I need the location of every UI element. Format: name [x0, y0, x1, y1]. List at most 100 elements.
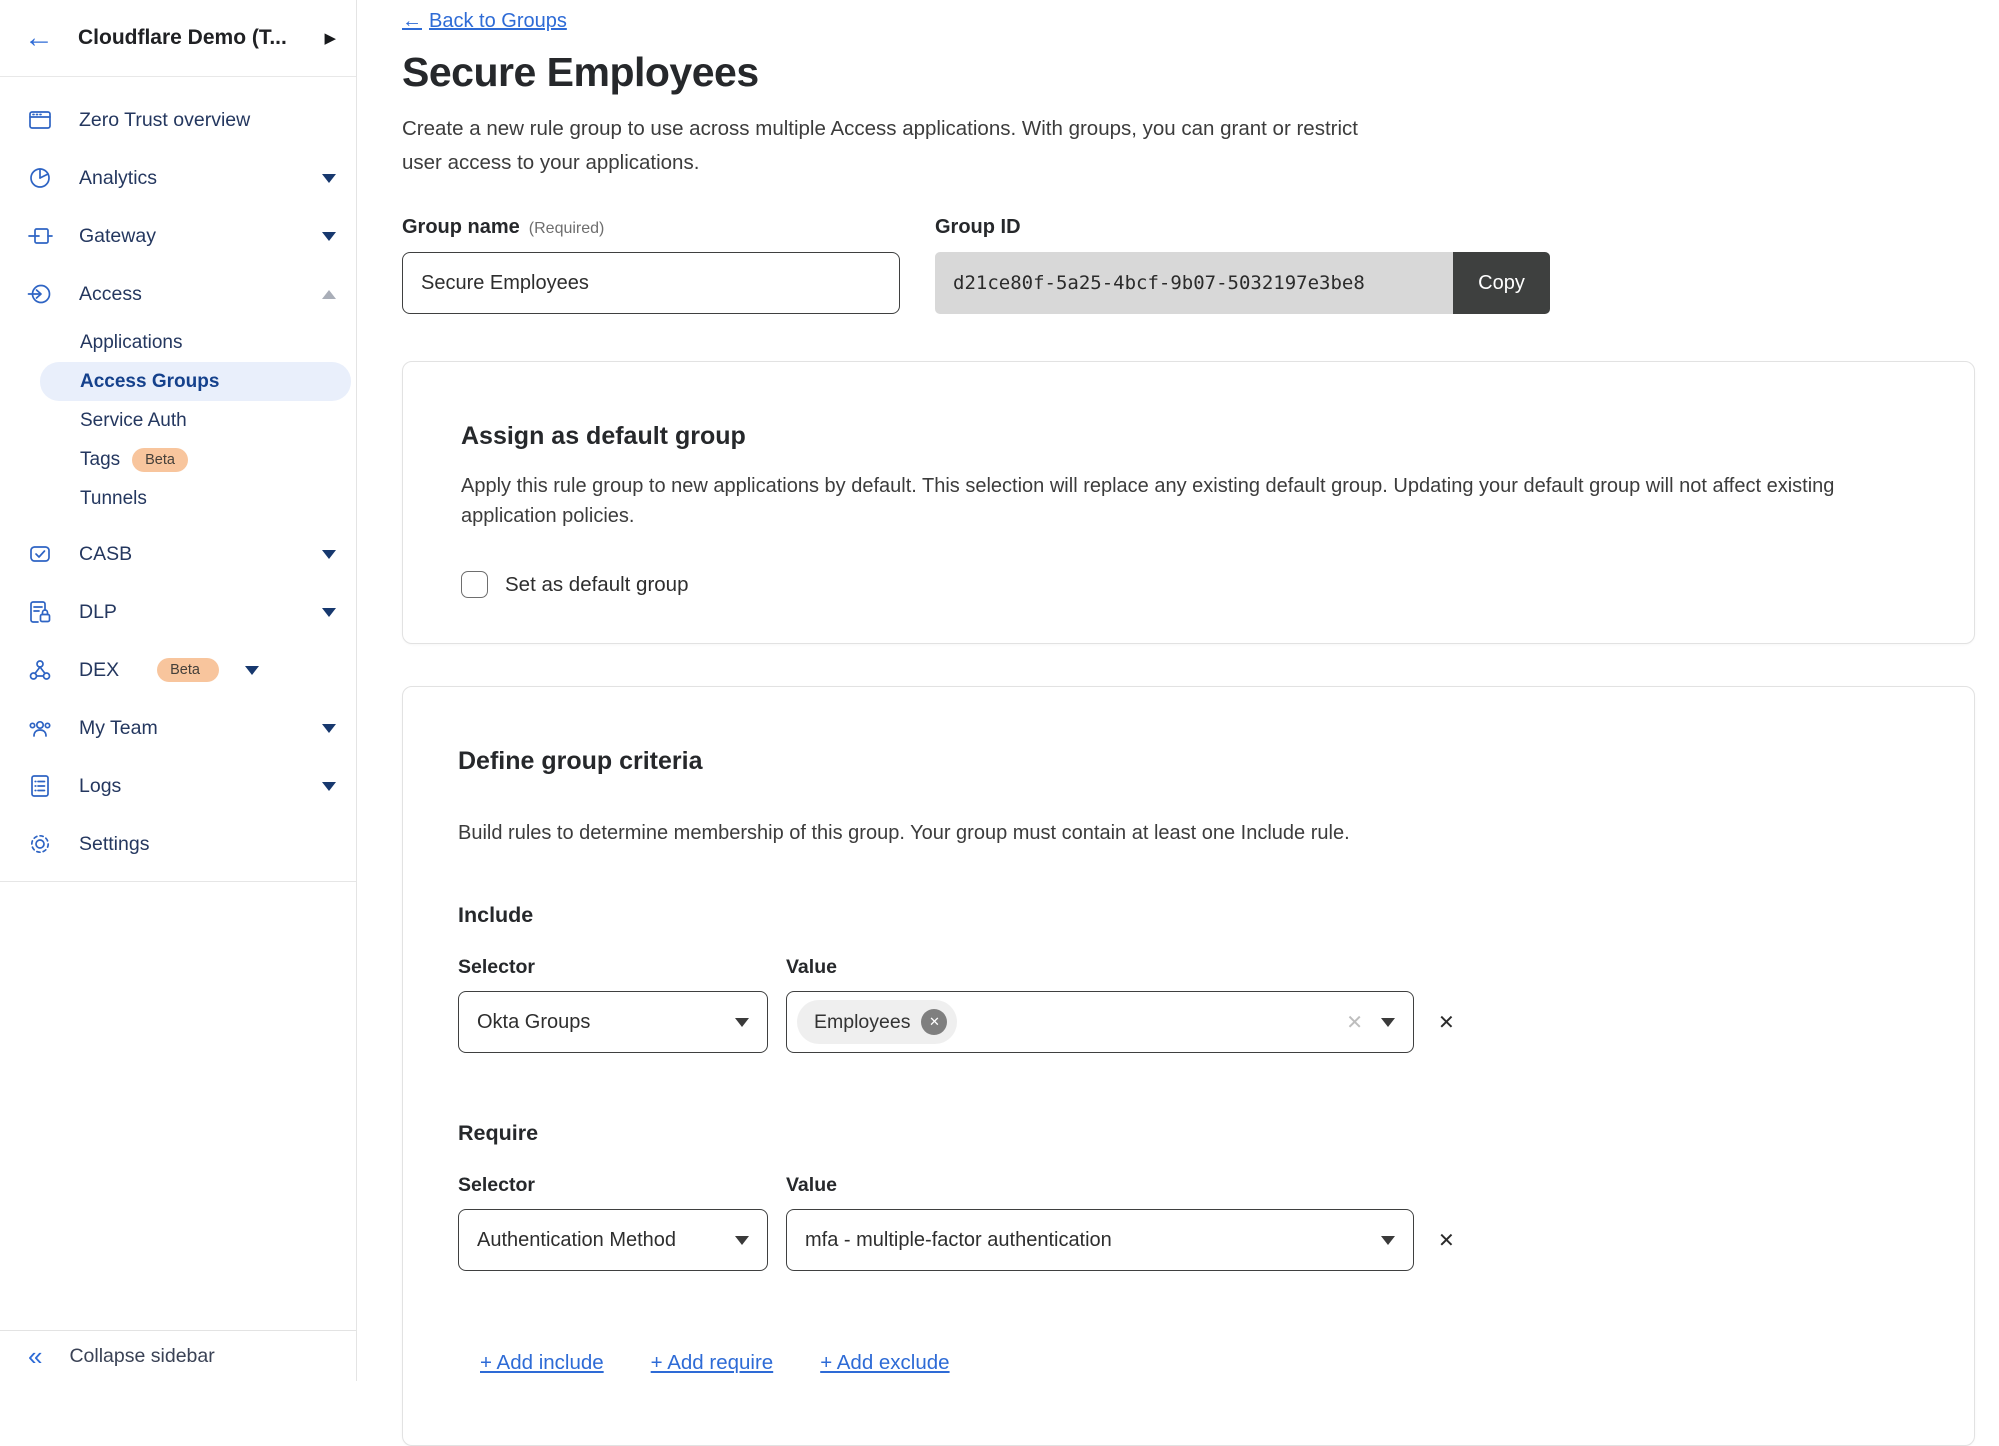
- sidebar-item-label: Logs: [79, 775, 296, 798]
- sidebar-item-my-team[interactable]: My Team: [0, 699, 356, 757]
- chevron-down-icon: [735, 1018, 749, 1027]
- sidebar-item-label: Applications: [80, 332, 351, 354]
- chevron-down-icon: [322, 608, 336, 617]
- add-require-link[interactable]: + Add require: [651, 1351, 774, 1375]
- sidebar-item-gateway[interactable]: Gateway: [0, 207, 356, 265]
- remove-require-rule-icon[interactable]: ✕: [1438, 1228, 1455, 1253]
- sidebar-item-analytics[interactable]: Analytics: [0, 149, 356, 207]
- clear-icon[interactable]: ✕: [1346, 1010, 1363, 1035]
- sidebar-item-service-auth[interactable]: Service Auth: [40, 401, 351, 440]
- add-include-link[interactable]: + Add include: [480, 1351, 604, 1375]
- include-selector-dropdown[interactable]: Okta Groups: [458, 991, 768, 1053]
- logs-icon: [27, 773, 53, 799]
- value-chip-label: Employees: [814, 1011, 910, 1034]
- require-heading: Require: [458, 1121, 1919, 1146]
- group-id-value-wrap: d21ce80f-5a25-4bcf-9b07-5032197e3be8 Cop…: [935, 252, 1550, 314]
- sidebar-item-dex[interactable]: DEX Beta: [0, 641, 356, 699]
- require-value: mfa - multiple-factor authentication: [805, 1229, 1112, 1252]
- expand-account-icon[interactable]: ▶: [324, 29, 336, 47]
- sidebar-item-label: DEX: [79, 659, 119, 682]
- add-rule-links: + Add include + Add require + Add exclud…: [458, 1351, 1919, 1375]
- sidebar-item-casb[interactable]: CASB: [0, 525, 356, 583]
- group-id-value: d21ce80f-5a25-4bcf-9b07-5032197e3be8: [935, 252, 1453, 314]
- account-name[interactable]: Cloudflare Demo (T...: [78, 26, 300, 50]
- criteria-card-title: Define group criteria: [458, 747, 1919, 776]
- sidebar-item-label: CASB: [79, 543, 296, 566]
- sidebar-item-label: DLP: [79, 601, 296, 624]
- combo-controls: ✕: [1346, 1010, 1395, 1035]
- default-group-card: Assign as default group Apply this rule …: [402, 361, 1975, 644]
- sidebar-item-label: Zero Trust overview: [79, 109, 336, 132]
- sidebar-item-label: Tags: [80, 449, 120, 471]
- sidebar-item-tags[interactable]: Tags Beta: [40, 440, 351, 479]
- default-group-card-title: Assign as default group: [461, 422, 1916, 451]
- set-default-group-checkbox-row[interactable]: Set as default group: [461, 571, 1916, 598]
- sidebar-item-label: Service Auth: [80, 410, 351, 432]
- collapse-sidebar-label: Collapse sidebar: [69, 1345, 214, 1368]
- require-selector-dropdown[interactable]: Authentication Method: [458, 1209, 768, 1271]
- include-labels: Selector Value: [458, 956, 1919, 979]
- chevron-down-icon: [245, 666, 259, 675]
- sidebar-item-access[interactable]: Access: [0, 265, 356, 323]
- chevron-down-icon: [322, 724, 336, 733]
- sidebar-item-label: Access Groups: [80, 371, 351, 393]
- include-rule-row: Okta Groups Employees ✕ ✕ ✕: [458, 991, 1919, 1053]
- remove-include-rule-icon[interactable]: ✕: [1438, 1010, 1455, 1035]
- chevron-down-icon: [1381, 1018, 1395, 1027]
- pie-chart-icon: [27, 165, 53, 191]
- people-icon: [27, 715, 53, 741]
- group-id-field: Group ID d21ce80f-5a25-4bcf-9b07-5032197…: [935, 216, 1550, 314]
- group-name-field: Group name (Required): [402, 216, 900, 314]
- selector-label: Selector: [458, 956, 768, 979]
- require-rule-row: Authentication Method mfa - multiple-fac…: [458, 1209, 1919, 1271]
- access-icon: [27, 281, 53, 307]
- default-group-card-description: Apply this rule group to new application…: [461, 471, 1916, 531]
- group-name-input[interactable]: [402, 252, 900, 314]
- chevron-down-icon: [322, 782, 336, 791]
- sidebar-item-label: Analytics: [79, 167, 296, 190]
- sidebar-item-label: Gateway: [79, 225, 296, 248]
- require-labels: Selector Value: [458, 1174, 1919, 1197]
- set-default-group-checkbox[interactable]: [461, 571, 488, 598]
- chevron-down-icon: [322, 174, 336, 183]
- back-arrow-icon[interactable]: ←: [24, 23, 54, 53]
- sidebar-item-label: My Team: [79, 717, 296, 740]
- selector-label: Selector: [458, 1174, 768, 1197]
- page-title: Secure Employees: [402, 49, 1999, 96]
- gateway-icon: [27, 223, 53, 249]
- sidebar-header: ← Cloudflare Demo (T... ▶: [0, 0, 356, 77]
- add-exclude-link[interactable]: + Add exclude: [820, 1351, 949, 1375]
- back-to-groups-link[interactable]: ← Back to Groups: [402, 10, 567, 33]
- include-value-combobox[interactable]: Employees ✕ ✕: [786, 991, 1414, 1053]
- chip-remove-icon[interactable]: ✕: [921, 1009, 947, 1035]
- collapse-sidebar-button[interactable]: « Collapse sidebar: [0, 1330, 356, 1381]
- sidebar-item-tunnels[interactable]: Tunnels: [40, 479, 351, 518]
- sidebar-item-settings[interactable]: Settings: [0, 815, 356, 873]
- chevron-down-icon: [322, 550, 336, 559]
- value-chip: Employees ✕: [797, 1000, 957, 1044]
- sidebar: ← Cloudflare Demo (T... ▶ Zero Trust ove…: [0, 0, 357, 1381]
- sidebar-item-zero-trust-overview[interactable]: Zero Trust overview: [0, 91, 356, 149]
- page-description: Create a new rule group to use across mu…: [402, 112, 1377, 180]
- sidebar-item-dlp[interactable]: DLP: [0, 583, 356, 641]
- sidebar-item-access-groups[interactable]: Access Groups: [40, 362, 351, 401]
- group-name-id-row: Group name (Required) Group ID d21ce80f-5…: [402, 216, 1999, 314]
- back-arrow-icon: ←: [402, 10, 422, 33]
- copy-button[interactable]: Copy: [1453, 252, 1550, 314]
- required-hint: (Required): [529, 220, 605, 237]
- set-default-group-label: Set as default group: [505, 573, 689, 597]
- chevron-up-icon: [322, 290, 336, 299]
- sidebar-item-label: Tunnels: [80, 488, 351, 510]
- criteria-card: Define group criteria Build rules to det…: [402, 686, 1975, 1446]
- sidebar-divider: [0, 881, 356, 882]
- require-value-dropdown[interactable]: mfa - multiple-factor authentication: [786, 1209, 1414, 1271]
- sidebar-item-label: Access: [79, 283, 296, 306]
- main-content: ← Back to Groups Secure Employees Create…: [357, 0, 1999, 1381]
- sidebar-item-logs[interactable]: Logs: [0, 757, 356, 815]
- sidebar-item-label: Settings: [79, 833, 336, 856]
- sidebar-item-applications[interactable]: Applications: [40, 323, 351, 362]
- window-icon: [27, 107, 53, 133]
- value-label: Value: [786, 956, 837, 979]
- group-name-label: Group name: [402, 216, 520, 238]
- gear-icon: [27, 831, 53, 857]
